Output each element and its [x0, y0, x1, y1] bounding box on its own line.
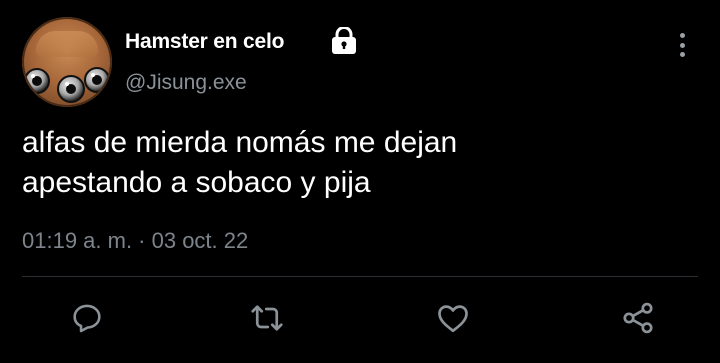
user-handle[interactable]: @Jisung.exe: [125, 71, 247, 95]
retweet-icon: [251, 305, 283, 331]
tweet-timestamp[interactable]: 01:19 a. m. · 03 oct. 22: [22, 228, 248, 254]
display-name[interactable]: Hamster en celo: [125, 30, 284, 54]
like-button[interactable]: [435, 300, 471, 336]
more-options-icon[interactable]: [672, 30, 692, 60]
reply-button[interactable]: [69, 300, 105, 336]
share-icon: [623, 302, 653, 334]
avatar-rim: [22, 17, 112, 107]
lock-icon: [332, 27, 356, 54]
reply-icon: [73, 304, 101, 333]
tweet-text-line-2: apestando a sobaco y pija: [22, 166, 371, 199]
tweet-text: alfas de mierda nomás me dejan apestando…: [22, 123, 682, 203]
avatar[interactable]: [22, 17, 112, 107]
divider: [22, 276, 698, 277]
share-button[interactable]: [620, 300, 656, 336]
retweet-button[interactable]: [249, 300, 285, 336]
like-icon: [438, 305, 468, 333]
tweet-text-line-1: alfas de mierda nomás me dejan: [22, 126, 458, 159]
